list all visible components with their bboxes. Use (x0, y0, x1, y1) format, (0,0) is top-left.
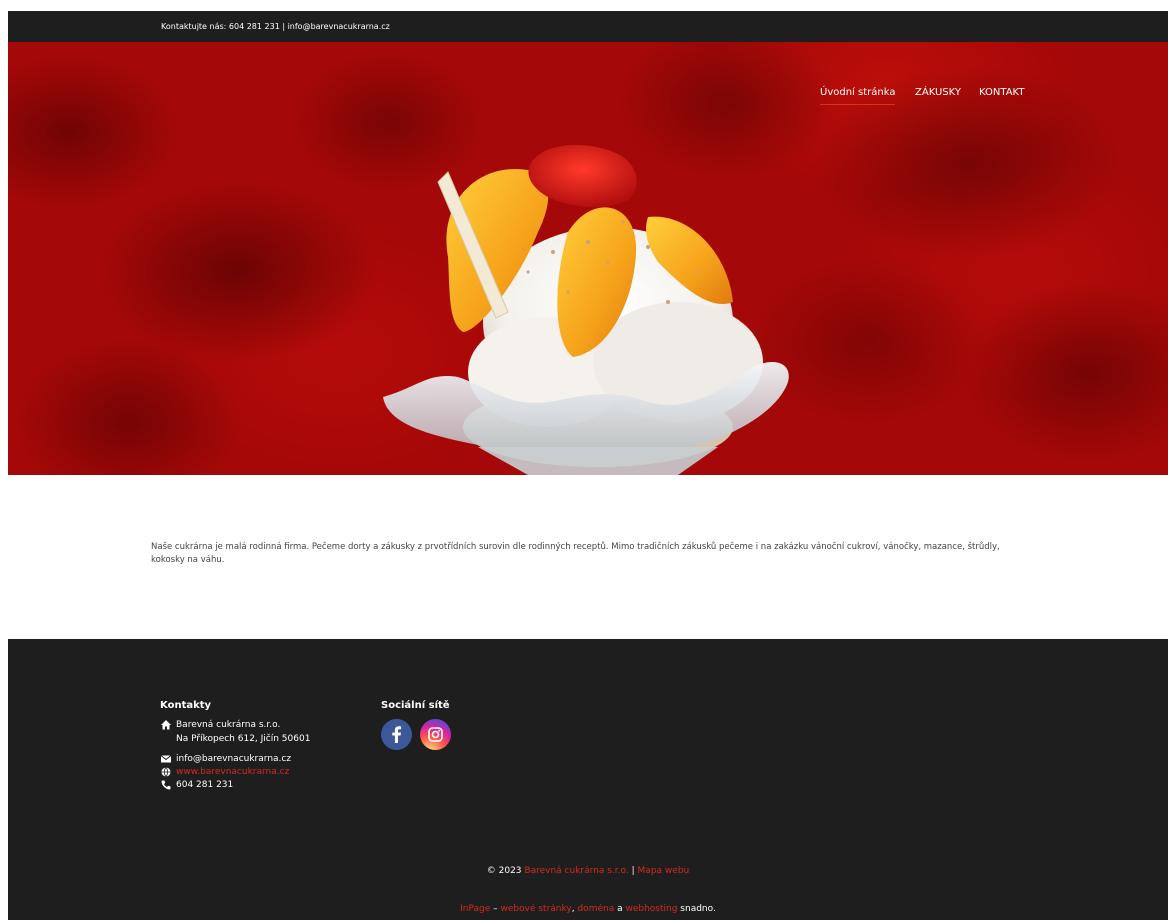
inpage-link[interactable]: InPage (460, 904, 490, 914)
copyright-year: © 2023 (486, 866, 522, 876)
home-icon (161, 720, 171, 730)
company-link[interactable]: Barevná cukrárna s.r.o. (524, 866, 628, 876)
copyright-separator: | (631, 866, 635, 876)
page: Kontaktujte nás: 604 281 231 | info@bare… (8, 11, 1168, 920)
hero-banner: Úvodní stránka ZÁKUSKY KONTAKT (8, 42, 1168, 475)
webhosting-link[interactable]: webhosting (625, 904, 677, 914)
top-contact-text: Kontaktujte nás: 604 281 231 | info@bare… (161, 22, 390, 31)
social-title: Sociální sítě (381, 700, 450, 711)
main-navigation: Úvodní stránka ZÁKUSKY KONTAKT (8, 86, 1168, 116)
envelope-icon (160, 755, 172, 763)
powered-and: a (614, 904, 626, 914)
intro-text: Naše cukrárna je malá rodinná firma. Peč… (151, 542, 1000, 565)
web-pages-link[interactable]: webové stránky (501, 904, 572, 914)
powered-dash: – (490, 904, 501, 914)
instagram-icon (428, 727, 443, 742)
contact-phone[interactable]: 604 281 231 (176, 779, 233, 791)
company-address: Na Příkopech 612, Jičín 50601 (176, 734, 311, 744)
powered-by-line: InPage – webové stránky, doména a webhos… (8, 904, 1168, 914)
facebook-button[interactable] (381, 719, 412, 750)
powered-suffix: snadno. (677, 904, 716, 914)
contact-email[interactable]: info@barevnacukrarna.cz (176, 753, 291, 765)
nav-item-contact[interactable]: KONTAKT (979, 86, 1024, 100)
company-name: Barevná cukrárna s.r.o. (176, 720, 281, 730)
facebook-icon (392, 726, 402, 743)
copyright-line: © 2023 Barevná cukrárna s.r.o. | Mapa we… (8, 866, 1168, 876)
top-contact-bar: Kontaktujte nás: 604 281 231 | info@bare… (8, 11, 1168, 42)
contacts-title: Kontakty (160, 700, 212, 711)
instagram-button[interactable] (420, 719, 451, 750)
footer: Kontakty Barevná cukrárna s.r.o. Na Přík… (8, 639, 1168, 920)
nav-item-cakes[interactable]: ZÁKUSKY (915, 86, 961, 100)
website-link[interactable]: www.barevnacukrarna.cz (176, 766, 289, 778)
sitemap-link[interactable]: Mapa webu (638, 866, 690, 876)
nav-item-home[interactable]: Úvodní stránka (820, 86, 896, 105)
globe-icon (161, 767, 171, 777)
domain-link[interactable]: doména (577, 904, 614, 914)
phone-icon (161, 780, 171, 790)
